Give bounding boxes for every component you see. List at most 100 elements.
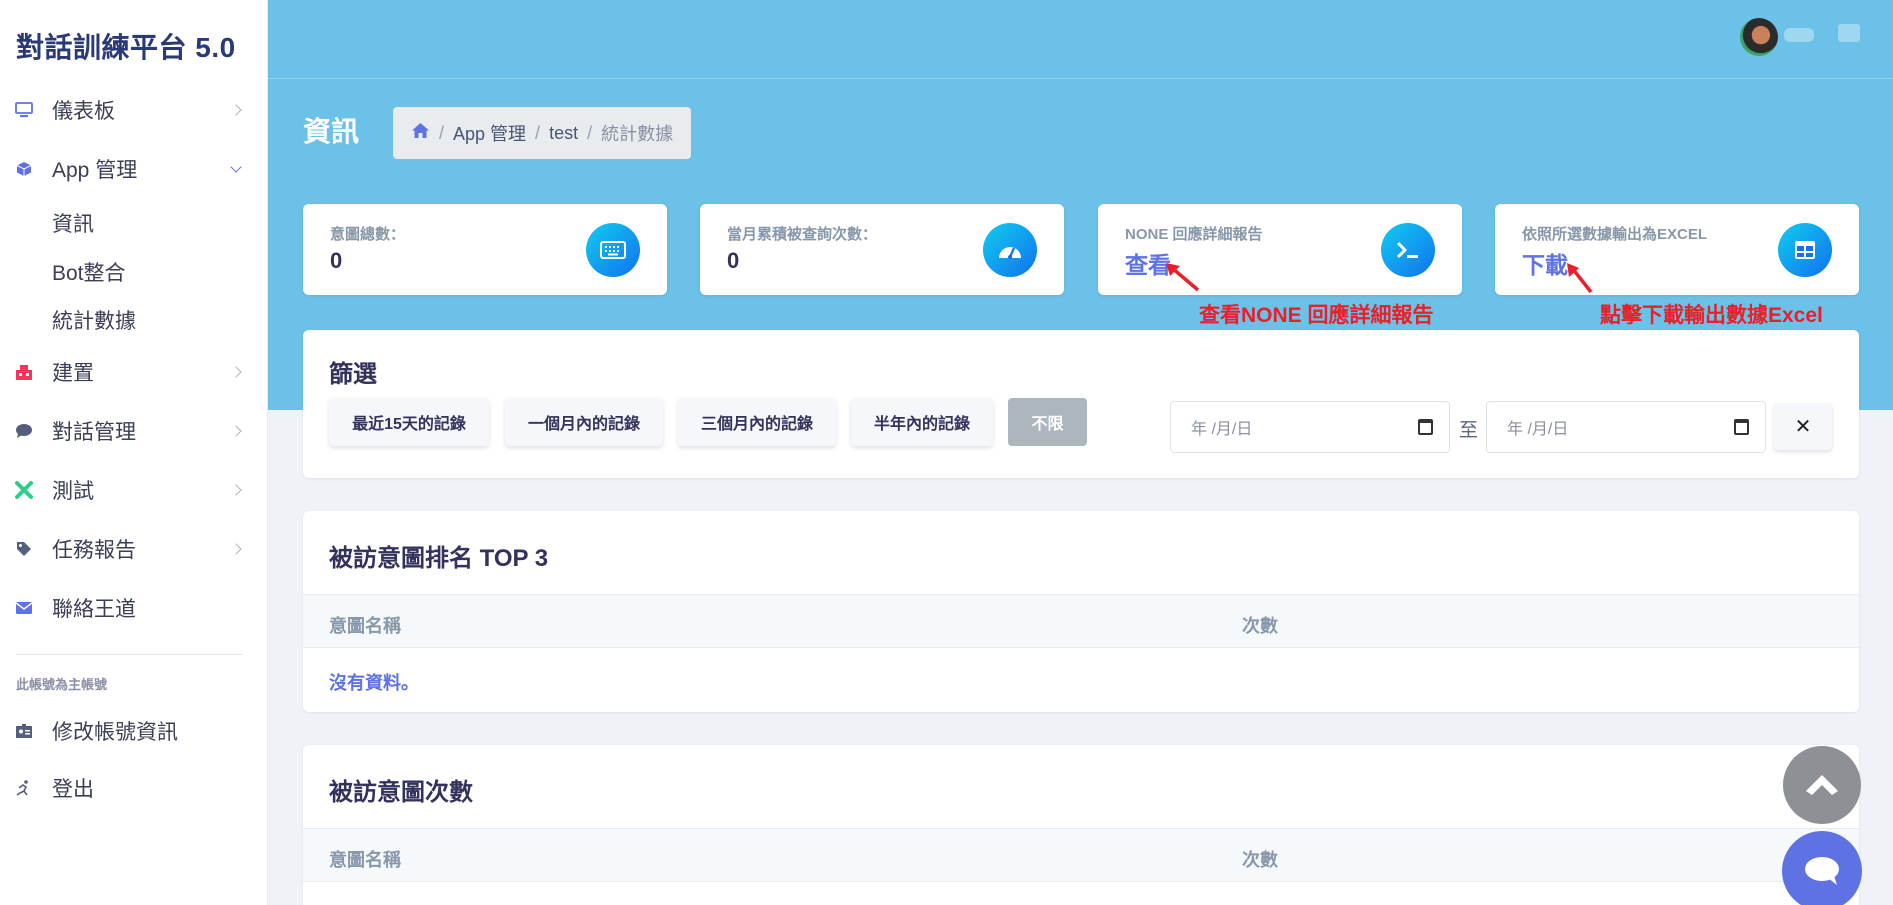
running-icon	[14, 778, 34, 798]
start-date-input[interactable]: 年 /月/日	[1170, 401, 1450, 453]
sidebar-subitem-statistics[interactable]: 統計數據	[52, 305, 136, 335]
build-icon	[14, 362, 34, 382]
sidebar-item-logout[interactable]: 登出	[0, 764, 268, 812]
chevron-up-icon	[1806, 775, 1838, 795]
sidebar-item-label: 登出	[52, 778, 94, 801]
calendar-icon[interactable]	[1734, 419, 1749, 435]
sidebar-item-label: App 管理	[52, 159, 138, 182]
stat-value: 0	[330, 248, 343, 273]
sidebar-item-label: 聯絡王道	[52, 598, 136, 621]
filter-button-15-days[interactable]: 最近15天的記錄	[329, 398, 489, 446]
filter-button-unlimited[interactable]: 不限	[1008, 398, 1087, 446]
annotation-arrow-view	[1166, 263, 1200, 292]
keyboard-icon	[586, 223, 640, 277]
breadcrumb-separator: /	[439, 122, 445, 143]
column-count: 次數	[1242, 850, 1278, 870]
sidebar-subitem-bot-integration[interactable]: Bot整合	[52, 257, 126, 287]
account-note: 此帳號為主帳號	[16, 677, 108, 692]
stat-card-monthly-queries: 當月累積被查詢次數： 0	[700, 204, 1064, 295]
column-count: 次數	[1242, 616, 1278, 636]
terminal-icon	[1381, 223, 1435, 277]
home-icon[interactable]	[411, 122, 430, 144]
calendar-icon[interactable]	[1418, 419, 1433, 435]
filter-button-6-months[interactable]: 半年內的記錄	[851, 398, 993, 446]
sidebar-item-edit-account[interactable]: 修改帳號資訊	[0, 707, 268, 755]
breadcrumb-app-test[interactable]: test	[549, 123, 578, 144]
counts-table-header: 意圖名稱 次數	[303, 828, 1859, 882]
speedometer-icon	[983, 223, 1037, 277]
chat-bubble-icon	[14, 421, 34, 441]
chat-button[interactable]	[1782, 831, 1862, 905]
sidebar-item-build[interactable]: 建置	[0, 348, 268, 396]
date-range-separator: 至	[1459, 420, 1479, 441]
monitor-icon	[14, 100, 34, 120]
empty-state-text: 沒有資料。	[329, 673, 419, 693]
user-name-blurred[interactable]	[1784, 28, 1814, 42]
top3-panel: 被訪意圖排名 TOP 3 意圖名稱 次數 沒有資料。	[303, 511, 1859, 712]
annotation-arrow-download	[1567, 263, 1593, 294]
stat-card-excel-export: 依照所選數據輸出為EXCEL 下載	[1495, 204, 1859, 295]
chat-bubble-icon	[1805, 857, 1839, 885]
annotation-view-note: 查看NONE 回應詳細報告	[1199, 304, 1434, 327]
chevron-down-icon	[230, 161, 242, 173]
clear-date-button[interactable]: ✕	[1774, 403, 1832, 450]
sidebar-item-testing[interactable]: 測試	[0, 466, 268, 514]
sidebar-item-contact[interactable]: 聯絡王道	[0, 584, 268, 632]
column-intent-name: 意圖名稱	[329, 616, 401, 636]
filter-button-1-month[interactable]: 一個月內的記錄	[505, 398, 663, 446]
top3-title: 被訪意圖排名 TOP 3	[329, 545, 549, 572]
sidebar-item-app-management[interactable]: App 管理	[0, 145, 268, 193]
breadcrumb-app-management[interactable]: App 管理	[453, 120, 526, 146]
sidebar-item-task-report[interactable]: 任務報告	[0, 525, 268, 573]
cube-icon	[14, 159, 34, 179]
brand-title[interactable]: 對話訓練平台 5.0	[16, 26, 236, 66]
breadcrumb-current: 統計數據	[601, 124, 674, 144]
date-placeholder: 年 /月/日	[1507, 421, 1569, 438]
sidebar: 對話訓練平台 5.0 儀表板 App 管理 資訊 Bot整合 統計數據 建置 對…	[0, 0, 268, 905]
table-icon	[1778, 223, 1832, 277]
sidebar-item-label: 對話管理	[52, 421, 136, 444]
annotation-download-note: 點擊下載輸出數據Excel	[1600, 304, 1823, 327]
sidebar-item-label: 測試	[52, 480, 94, 503]
tools-icon	[14, 480, 34, 500]
sidebar-item-label: 建置	[52, 362, 94, 385]
sidebar-subitem-info[interactable]: 資訊	[52, 208, 94, 238]
header-divider	[268, 78, 1893, 79]
filter-button-3-months[interactable]: 三個月內的記錄	[678, 398, 836, 446]
scroll-to-top-button[interactable]	[1783, 746, 1861, 824]
tag-icon	[14, 539, 34, 559]
sidebar-divider	[16, 654, 242, 655]
sidebar-item-dashboard[interactable]: 儀表板	[0, 86, 268, 134]
chevron-right-icon	[230, 543, 242, 555]
breadcrumb-separator: /	[587, 122, 593, 143]
sidebar-item-dialog-management[interactable]: 對話管理	[0, 407, 268, 455]
chevron-right-icon	[230, 484, 242, 496]
filter-title: 篩選	[329, 361, 377, 388]
breadcrumb: / App 管理 / test / 統計數據	[393, 107, 691, 159]
stat-title: 依照所選數據輸出為EXCEL	[1522, 226, 1708, 243]
sidebar-item-label: 儀表板	[52, 100, 115, 123]
stat-title: NONE 回應詳細報告	[1125, 226, 1263, 243]
stat-card-none-report: NONE 回應詳細報告 查看	[1098, 204, 1462, 295]
sidebar-item-label: 修改帳號資訊	[52, 721, 178, 744]
stat-title: 意圖總數：	[330, 226, 406, 243]
date-placeholder: 年 /月/日	[1191, 421, 1253, 438]
stat-title: 當月累積被查詢次數：	[727, 226, 878, 243]
envelope-icon	[14, 598, 34, 618]
stat-card-intent-total: 意圖總數： 0	[303, 204, 667, 295]
page-title: 資訊	[303, 116, 360, 147]
chevron-right-icon	[230, 425, 242, 437]
chevron-right-icon	[230, 104, 242, 116]
column-intent-name: 意圖名稱	[329, 850, 401, 870]
user-avatar[interactable]	[1740, 18, 1778, 56]
chevron-right-icon	[230, 366, 242, 378]
end-date-input[interactable]: 年 /月/日	[1486, 401, 1766, 453]
top3-table-header: 意圖名稱 次數	[303, 594, 1859, 648]
download-excel-link[interactable]: 下載	[1522, 246, 1568, 280]
user-menu-blurred[interactable]	[1838, 24, 1860, 42]
counts-panel: 被訪意圖次數 意圖名稱 次數	[303, 745, 1859, 905]
id-badge-icon	[14, 721, 34, 741]
sidebar-item-label: 任務報告	[52, 539, 136, 562]
breadcrumb-separator: /	[535, 122, 541, 143]
counts-title: 被訪意圖次數	[329, 779, 473, 806]
